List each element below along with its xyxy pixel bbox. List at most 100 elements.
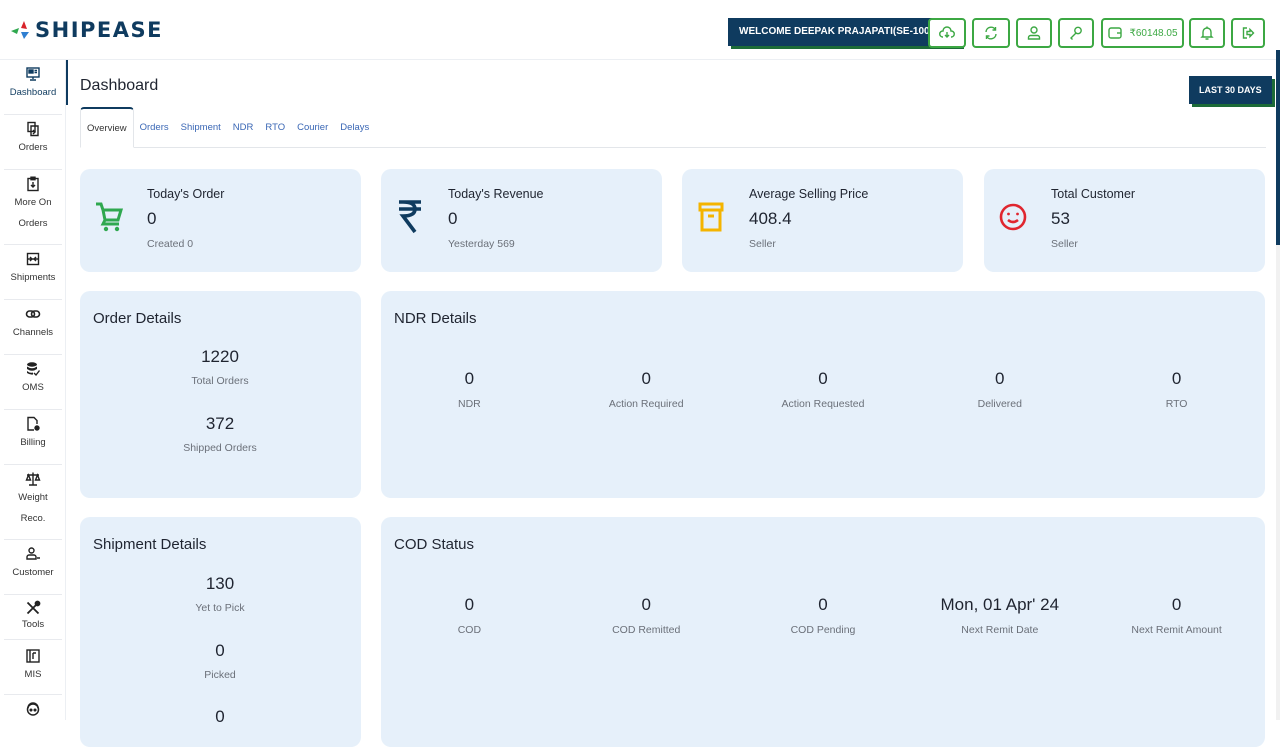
- scrollbar-thumb[interactable]: [1276, 50, 1280, 245]
- sidebar-item-customer[interactable]: Customer: [4, 540, 62, 595]
- date-range-button[interactable]: LAST 30 DAYS: [1189, 76, 1272, 104]
- metric-label: Delivered: [977, 398, 1022, 410]
- metric-cod-remitted[interactable]: 0 COD Remitted: [558, 595, 735, 636]
- refresh-button[interactable]: [972, 18, 1010, 48]
- stat-title: Total Customer: [1051, 187, 1136, 201]
- sidebar-item-mis[interactable]: MIS: [4, 640, 62, 695]
- tab-rto[interactable]: RTO: [259, 107, 291, 147]
- sidebar-item-label: OMS: [22, 382, 44, 393]
- metric-value: 0: [641, 369, 651, 388]
- metric-action-requested[interactable]: 0 Action Requested: [735, 369, 912, 410]
- download-button[interactable]: [928, 18, 966, 48]
- stat-title: Today's Order: [147, 187, 225, 201]
- stat-subtext: Yesterday 569: [448, 238, 515, 250]
- metric-delivered[interactable]: 0 Delivered: [911, 369, 1088, 410]
- metric-next-remit-amount[interactable]: 0 Next Remit Amount: [1088, 595, 1265, 636]
- scale-icon: [25, 472, 41, 486]
- metric-label: COD Remitted: [612, 624, 681, 636]
- tab-overview[interactable]: Overview: [80, 107, 134, 148]
- logout-icon: [1242, 27, 1255, 39]
- metric-label: Next Remit Amount: [1131, 624, 1222, 636]
- tab-orders[interactable]: Orders: [134, 107, 175, 147]
- stat-card-total-customer: Total Customer 53 Seller: [984, 169, 1265, 272]
- metric-value: 0: [641, 595, 651, 614]
- tab-bar: Overview Orders Shipment NDR RTO Courier…: [80, 107, 1266, 148]
- sidebar-item-label: Tools: [21, 619, 45, 630]
- stat-subtext: Seller: [1051, 238, 1078, 250]
- sidebar-item-label: Weight Reco.: [18, 492, 48, 524]
- metric-label: RTO: [1165, 398, 1188, 410]
- metric-value: Mon, 01 Apr' 24: [940, 595, 1060, 614]
- sidebar-item-oms[interactable]: OMS: [4, 355, 62, 410]
- logo[interactable]: SHIPEASE: [10, 18, 163, 42]
- metric-value: 0: [464, 595, 475, 614]
- sidebar-item-channels[interactable]: Channels: [4, 300, 62, 355]
- stat-value: 0: [448, 209, 458, 228]
- main-content: Dashboard LAST 30 DAYS Overview Orders S…: [68, 60, 1276, 747]
- metric-label: Yet to Pick: [195, 602, 245, 614]
- sidebar-item-more-on-orders[interactable]: More On Orders: [4, 170, 62, 245]
- metric-value: 1220: [201, 347, 239, 366]
- sidebar-item-label: Dashboard: [9, 87, 57, 98]
- metric-shipped-orders: 372 Shipped Orders: [120, 414, 320, 454]
- page-scrollbar[interactable]: [1276, 50, 1280, 720]
- sidebar-item-weight-reco[interactable]: Weight Reco.: [4, 465, 62, 540]
- tab-courier[interactable]: Courier: [291, 107, 334, 147]
- sidebar-item-label: Shipments: [10, 272, 56, 283]
- shipment-icon: [26, 252, 40, 266]
- sidebar-item-label: Customer: [12, 567, 54, 578]
- metric-value: 0: [818, 595, 828, 614]
- stat-card-todays-revenue: Today's Revenue 0 Yesterday 569: [381, 169, 662, 272]
- metric-label: Shipped Orders: [183, 442, 257, 454]
- sidebar-item-shipments[interactable]: Shipments: [4, 245, 62, 300]
- archive-box-icon: [696, 199, 726, 235]
- sidebar-item-billing[interactable]: Billing: [4, 410, 62, 465]
- metric-value: 0: [464, 369, 475, 388]
- stat-subtext: Created 0: [147, 238, 194, 250]
- stat-value: 0: [147, 209, 157, 228]
- book-icon: [26, 649, 40, 663]
- stat-card-average-selling-price: Average Selling Price 408.4 Seller: [682, 169, 963, 272]
- key-icon: [1070, 26, 1082, 40]
- metric-value: 0: [995, 369, 1005, 388]
- support-icon: [26, 702, 40, 716]
- metric-next-remit-date[interactable]: Mon, 01 Apr' 24 Next Remit Date: [911, 595, 1088, 636]
- metric-value: 0: [1171, 595, 1182, 614]
- wallet-icon: [1108, 27, 1123, 39]
- sidebar-item-dashboard[interactable]: Dashboard: [4, 60, 62, 115]
- metric-label: Action Required: [608, 398, 684, 410]
- link-icon: [25, 310, 41, 318]
- user-icon: [1027, 26, 1041, 40]
- metric-value: 0: [1171, 369, 1182, 388]
- metric-label: Total Orders: [191, 375, 249, 387]
- panel-title: Order Details: [93, 310, 182, 327]
- rupee-icon: [395, 199, 425, 235]
- cloud-download-icon: [939, 26, 955, 38]
- profile-button[interactable]: [1016, 18, 1052, 48]
- metric-label: Next Remit Date: [961, 624, 1039, 636]
- smiley-icon: [998, 199, 1028, 235]
- tab-ndr[interactable]: NDR: [227, 107, 260, 147]
- wallet-balance: ₹60148.05: [1129, 27, 1178, 39]
- billing-icon: [27, 416, 40, 431]
- metric-rto[interactable]: 0 RTO: [1088, 369, 1265, 410]
- tab-shipment[interactable]: Shipment: [175, 107, 227, 147]
- sidebar-item-tools[interactable]: Tools: [4, 595, 62, 640]
- sidebar-item-label: Billing: [20, 437, 46, 448]
- notifications-button[interactable]: [1189, 18, 1225, 48]
- key-button[interactable]: [1058, 18, 1094, 48]
- refresh-icon: [985, 26, 997, 40]
- metric-action-required[interactable]: 0 Action Required: [558, 369, 735, 410]
- metric-cod-pending[interactable]: 0 COD Pending: [735, 595, 912, 636]
- tools-icon: [26, 600, 41, 615]
- sidebar-item-support[interactable]: [4, 695, 62, 735]
- wallet-button[interactable]: ₹60148.05: [1101, 18, 1184, 48]
- logout-button[interactable]: [1231, 18, 1265, 48]
- metric-cod[interactable]: 0 COD: [381, 595, 558, 636]
- page-title: Dashboard: [80, 77, 159, 94]
- sidebar: Dashboard Orders More On Orders Shipment…: [0, 60, 66, 720]
- tab-delays[interactable]: Delays: [334, 107, 375, 147]
- sidebar-item-orders[interactable]: Orders: [4, 115, 62, 170]
- metric-ndr[interactable]: 0 NDR: [381, 369, 558, 410]
- cod-status-panel: COD Status 0 COD 0 COD Remitted 0 COD Pendi…: [381, 517, 1265, 747]
